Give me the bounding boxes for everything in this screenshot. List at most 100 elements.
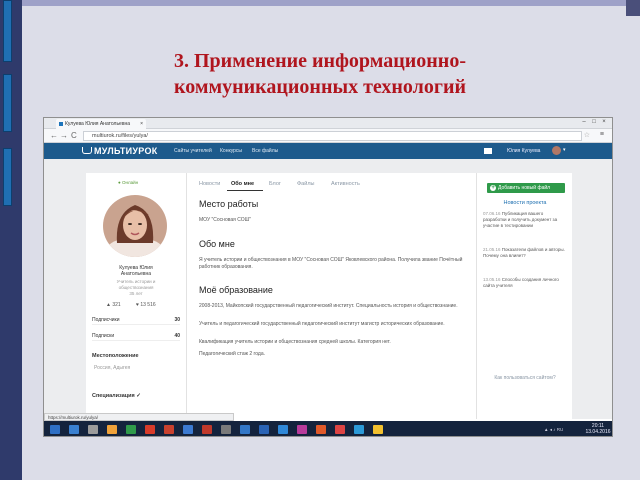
add-file-button[interactable]: + Добавить новый файл — [487, 183, 565, 193]
forward-icon[interactable]: → — [60, 131, 68, 140]
views-count: ▲ 321 — [106, 302, 121, 308]
news-date: 07.06.16 — [483, 211, 501, 216]
tab-close-icon[interactable]: × — [140, 119, 143, 129]
location-value: Россия, Адыгея — [94, 365, 131, 371]
tab-blog[interactable]: Блог — [269, 181, 281, 187]
profile-photo — [103, 195, 167, 257]
about-heading: Обо мне — [199, 239, 235, 249]
news-item[interactable]: 13.05.16 Способы создания личного сайта … — [483, 277, 567, 289]
taskbar-app-icon[interactable] — [126, 425, 136, 434]
profile-name-line2: Анатольевна — [120, 271, 152, 277]
profile-role-line3: 35 лет — [129, 291, 143, 296]
taskbar-app-icon[interactable] — [221, 425, 231, 434]
status-bar-url: https://multiurok.ru/yulya/ — [44, 413, 234, 421]
close-window-button[interactable]: × — [600, 119, 608, 126]
taskbar-app-icon[interactable] — [297, 425, 307, 434]
project-news-panel: + Добавить новый файл Новости проекта 07… — [476, 173, 572, 419]
taskbar-app-icon[interactable] — [107, 425, 117, 434]
slide-title-line2: коммуникационных технологий — [173, 76, 466, 98]
profile-card: ● Онлайн Кулуева Юлия Анатольевна Учител… — [86, 173, 186, 419]
nav-teachers-sites[interactable]: Сайты учителей — [174, 147, 212, 155]
tab-news[interactable]: Новости — [199, 181, 220, 187]
tab-files[interactable]: Файлы — [297, 181, 314, 187]
taskbar-app-icon[interactable] — [202, 425, 212, 434]
decor-bar — [3, 0, 12, 62]
nav-contests[interactable]: Конкурсы — [220, 147, 242, 155]
taskbar-app-icon[interactable] — [335, 425, 345, 434]
views-value: 321 — [112, 302, 121, 308]
education-text-1: 2008-2013, Майкопский государственный пе… — [199, 303, 458, 309]
news-item[interactable]: 07.06.16 Публикация вашего разработки и … — [483, 211, 567, 229]
how-to-use-link[interactable]: Как пользоваться сайтом? — [477, 375, 573, 381]
taskbar-app-icon[interactable] — [316, 425, 326, 434]
subscriptions-label: Подписки — [92, 333, 115, 339]
taskbar-app-icon[interactable] — [69, 425, 79, 434]
slide-title: 3. Применение информационно- коммуникаци… — [100, 48, 540, 100]
slide-left-band — [0, 0, 22, 480]
nav-all-files[interactable]: Все файлы — [252, 147, 278, 155]
news-heading: Новости проекта — [503, 200, 547, 206]
news-date: 13.05.16 — [483, 277, 501, 282]
clock[interactable]: 20:11 13.04.2016 — [584, 423, 612, 435]
likes-value: 13 516 — [140, 302, 156, 308]
browser-menu-icon[interactable]: ≡ — [600, 131, 604, 138]
browser-screenshot: Кулуева Юлия Анатольевна × – □ × ← → C m… — [43, 117, 613, 437]
slide-top-shade — [22, 0, 640, 6]
maximize-button[interactable]: □ — [590, 119, 598, 126]
site-logo[interactable]: МУЛЬТИУРОК — [94, 145, 158, 157]
taskbar-app-icon[interactable] — [183, 425, 193, 434]
news-date: 21.05.16 — [483, 247, 501, 252]
news-item[interactable]: 21.05.16 Показатели файлов и авторы. Поч… — [483, 247, 567, 259]
plus-icon: + — [490, 185, 496, 191]
subscriptions-row[interactable]: Подписки 40 — [92, 333, 180, 341]
bookmark-star-icon[interactable]: ☆ — [584, 131, 590, 139]
add-file-label: Добавить новый файл — [498, 185, 551, 191]
location-label: Местоположение — [92, 353, 139, 359]
windows-taskbar: ▲ ◂ ♪ RU 20:11 13.04.2016 — [44, 421, 612, 436]
url-input[interactable]: multiurok.ru/files/yulya/ — [83, 131, 582, 141]
taskbar-app-icon[interactable] — [164, 425, 174, 434]
taskbar-app-icon[interactable] — [240, 425, 250, 434]
subscribers-label: Подписчики — [92, 317, 120, 323]
likes-count: ♥ 13 516 — [136, 302, 156, 308]
logo-icon — [82, 147, 92, 154]
start-icon[interactable] — [50, 425, 60, 434]
specialty-label: Специализация ✓ — [92, 393, 141, 399]
tab-bar: Кулуева Юлия Анатольевна × – □ × — [44, 118, 612, 129]
address-bar-row: ← → C multiurok.ru/files/yulya/ ☆ ≡ — [44, 129, 612, 143]
workplace-heading: Место работы — [199, 199, 259, 209]
tab-title: Кулуева Юлия Анатольевна — [65, 121, 131, 127]
browser-tab[interactable]: Кулуева Юлия Анатольевна × — [56, 119, 146, 129]
tab-about[interactable]: Обо мне — [231, 181, 254, 187]
active-tab-underline — [227, 190, 263, 191]
chevron-down-icon[interactable]: ▾ — [563, 147, 566, 153]
slide-corner — [626, 0, 640, 16]
taskbar-app-icon[interactable] — [259, 425, 269, 434]
site-header: МУЛЬТИУРОК Сайты учителей Конкурсы Все ф… — [44, 143, 612, 159]
favicon-icon — [59, 122, 63, 126]
clock-date: 13.04.2016 — [585, 429, 611, 435]
about-panel: Новости Обо мне Блог Файлы Активность Ме… — [186, 173, 476, 419]
subscribers-row[interactable]: Подписчики 30 — [92, 317, 180, 325]
taskbar-app-icon[interactable] — [145, 425, 155, 434]
taskbar-app-icon[interactable] — [354, 425, 364, 434]
subscribers-value: 30 — [174, 317, 180, 323]
about-text: Я учитель истории и обществознания в МОУ… — [199, 257, 463, 270]
decor-bar — [3, 74, 12, 132]
education-heading: Моё образование — [199, 285, 273, 295]
tab-activity[interactable]: Активность — [331, 181, 360, 187]
user-name[interactable]: Юлия Кулуева — [507, 147, 540, 155]
mail-icon[interactable] — [484, 148, 492, 154]
user-avatar[interactable] — [552, 146, 561, 155]
back-icon[interactable]: ← — [50, 131, 58, 140]
education-text-2: Учитель и педагогический государственный… — [199, 321, 445, 327]
online-status: ● Онлайн — [118, 180, 139, 185]
education-text-4: Педагогический стаж 2 года. — [199, 351, 266, 357]
reload-icon[interactable]: C — [71, 131, 77, 140]
taskbar-app-icon[interactable] — [373, 425, 383, 434]
taskbar-app-icon[interactable] — [278, 425, 288, 434]
subscriptions-value: 40 — [174, 333, 180, 339]
system-tray[interactable]: ▲ ◂ ♪ RU — [544, 427, 563, 433]
taskbar-app-icon[interactable] — [88, 425, 98, 434]
minimize-button[interactable]: – — [580, 119, 588, 126]
